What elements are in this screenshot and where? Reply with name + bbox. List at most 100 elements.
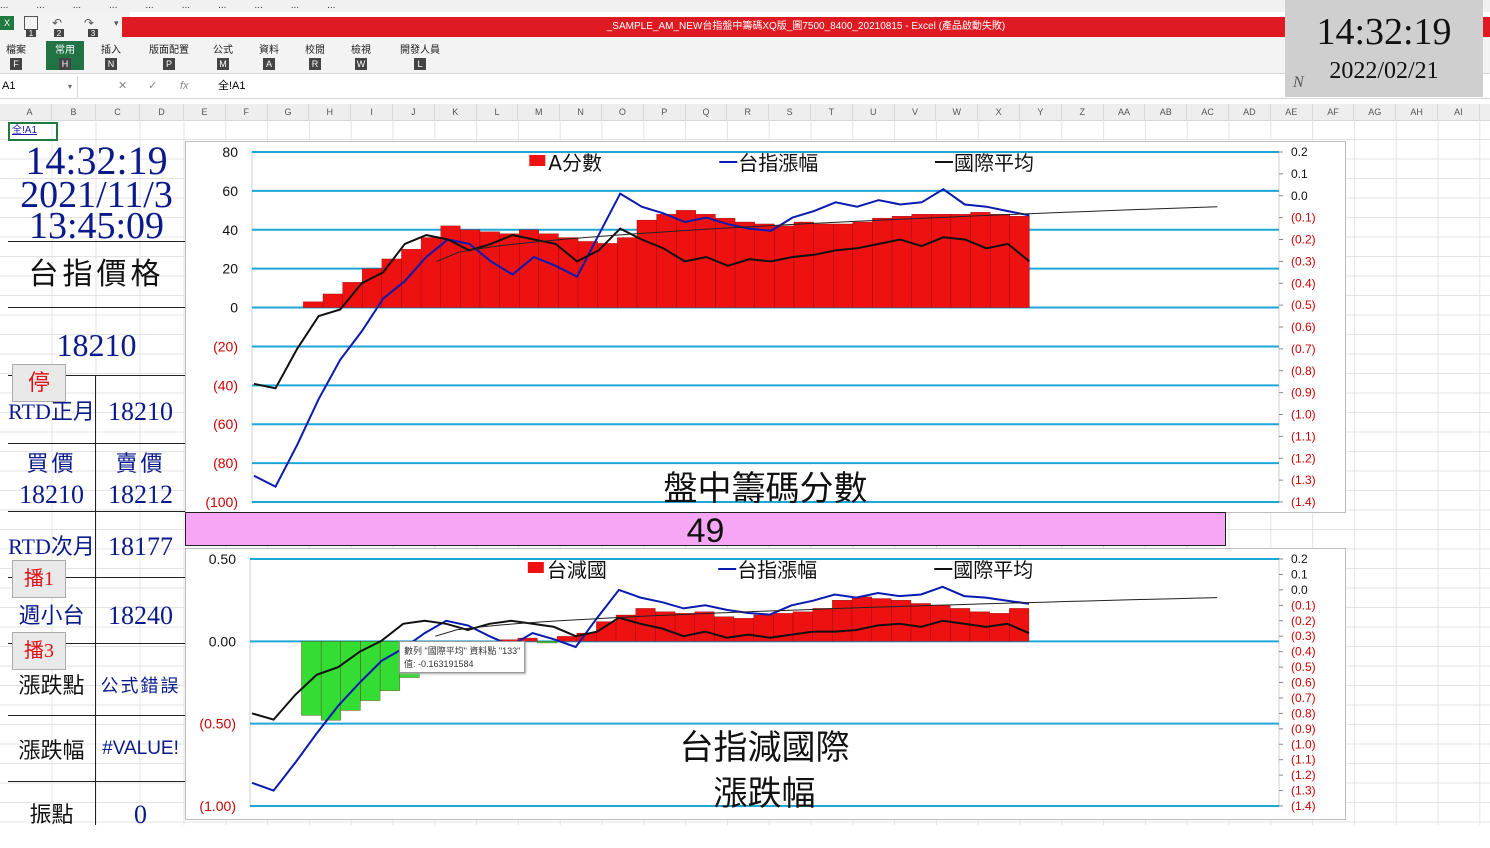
- play3-button[interactable]: 播3: [12, 632, 66, 670]
- column-header[interactable]: K: [435, 104, 477, 120]
- column-header[interactable]: AH: [1396, 104, 1438, 120]
- chart-title: 盤中籌碼分數: [664, 469, 868, 509]
- tab-p[interactable]: 版面配置 P: [146, 41, 192, 70]
- column-header[interactable]: J: [393, 104, 435, 120]
- column-header[interactable]: AG: [1354, 104, 1397, 120]
- tab-f[interactable]: 檔案 F: [0, 41, 32, 70]
- undo-icon[interactable]: ↶: [52, 16, 62, 30]
- column-header[interactable]: G: [268, 104, 310, 120]
- legend-label: 台指漲幅: [737, 558, 817, 582]
- data-bar: [832, 600, 853, 642]
- column-header[interactable]: C: [96, 104, 140, 120]
- bookmark-item[interactable]: ...: [73, 1, 81, 11]
- column-header[interactable]: AI: [1438, 104, 1480, 120]
- column-header[interactable]: A: [8, 104, 52, 120]
- column-header[interactable]: E: [184, 104, 226, 120]
- change-points-value: 公式錯誤: [96, 644, 185, 716]
- y2-tick-label: (0.8): [1291, 706, 1316, 720]
- y2-tick-label: 0.2: [1291, 145, 1308, 159]
- chip-score-chart-svg: 80 60 40 20 0 (20) (40) (60) (80) (100) 0.2 0.1 0.0 (…: [205, 144, 1316, 510]
- chart-title: 漲跌幅: [714, 774, 816, 814]
- play1-button[interactable]: 播1: [12, 560, 66, 598]
- y-tick-label: (80): [213, 455, 238, 471]
- column-header[interactable]: P: [644, 104, 686, 120]
- column-header[interactable]: Z: [1062, 104, 1104, 120]
- bookmark-item[interactable]: ...: [291, 1, 299, 11]
- bookmark-item[interactable]: ...: [36, 1, 44, 11]
- bookmark-item[interactable]: ...: [109, 1, 117, 11]
- data-bar: [733, 618, 754, 642]
- y2-tick-label: (0.9): [1291, 386, 1316, 400]
- data-bar: [871, 598, 892, 642]
- column-header[interactable]: Y: [1020, 104, 1062, 120]
- qat-customize-icon[interactable]: ▾: [114, 18, 119, 29]
- chip-score-chart[interactable]: 80 60 40 20 0 (20) (40) (60) (80) (100) 0.2 0.1 0.0 (…: [185, 141, 1346, 513]
- tab-key: A: [263, 58, 275, 70]
- bookmarks-bar: ..............................: [0, 0, 1490, 12]
- fx-icon[interactable]: fx: [180, 76, 189, 97]
- column-header[interactable]: Q: [686, 104, 728, 120]
- column-header[interactable]: D: [140, 104, 184, 120]
- legend-label: 國際平均: [954, 151, 1034, 175]
- column-header[interactable]: U: [853, 104, 895, 120]
- column-header[interactable]: AF: [1313, 104, 1355, 120]
- y2-tick-label: (0.5): [1291, 298, 1316, 312]
- y-tick-label: (1.00): [199, 798, 236, 814]
- column-header[interactable]: V: [895, 104, 937, 120]
- tab-r[interactable]: 校閱 R: [298, 41, 332, 70]
- name-box[interactable]: A1 ▾: [0, 76, 78, 97]
- bookmark-item[interactable]: ...: [145, 1, 153, 11]
- column-header[interactable]: O: [602, 104, 644, 120]
- column-header[interactable]: M: [518, 104, 561, 120]
- column-header[interactable]: T: [811, 104, 853, 120]
- column-header[interactable]: B: [52, 104, 96, 120]
- bookmark-item[interactable]: ...: [0, 1, 8, 11]
- column-header[interactable]: F: [226, 104, 268, 120]
- data-bar: [833, 223, 853, 308]
- stop-button[interactable]: 停: [12, 364, 66, 402]
- bookmark-item[interactable]: ...: [254, 1, 262, 11]
- bookmark-item[interactable]: ...: [182, 1, 190, 11]
- bookmark-item[interactable]: ...: [218, 1, 226, 11]
- column-header[interactable]: AB: [1145, 104, 1188, 120]
- column-header[interactable]: AC: [1187, 104, 1229, 120]
- column-header[interactable]: S: [769, 104, 811, 120]
- quick-access-toolbar: X 1 ↶ 2 ↷ 3 ▾: [0, 12, 130, 40]
- column-header[interactable]: AE: [1271, 104, 1313, 120]
- data-bar: [401, 249, 422, 308]
- tab-n[interactable]: 插入 N: [94, 41, 128, 70]
- column-header[interactable]: N: [560, 104, 602, 120]
- tab-l[interactable]: 開發人員 L: [394, 41, 446, 70]
- y2-tick-label: 0.1: [1291, 567, 1308, 581]
- tab-w[interactable]: 檢視 W: [344, 41, 378, 70]
- tab-h[interactable]: 常用 H: [46, 41, 84, 70]
- column-header[interactable]: H: [309, 104, 352, 120]
- chevron-down-icon[interactable]: ▾: [68, 76, 72, 97]
- legend-label: 台指漲幅: [738, 151, 818, 175]
- column-header[interactable]: W: [936, 104, 979, 120]
- column-header[interactable]: X: [978, 104, 1020, 120]
- enter-icon[interactable]: ✓: [148, 76, 157, 97]
- tab-m[interactable]: 公式 M: [206, 41, 240, 70]
- index-price-label: 台指價格: [8, 242, 185, 308]
- redo-icon[interactable]: ↷: [84, 16, 94, 30]
- column-header[interactable]: I: [351, 104, 393, 120]
- column-header[interactable]: AD: [1229, 104, 1271, 120]
- tab-label: 資料: [259, 45, 279, 56]
- column-header[interactable]: AA: [1104, 104, 1146, 120]
- chart-tooltip: 數列 "國際平均" 資料點 "133" 值: -0.163191584: [399, 641, 526, 673]
- cancel-icon[interactable]: ✕: [118, 76, 127, 97]
- index-minus-intl-chart[interactable]: 0.50 0.00 (0.50) (1.00) 0.2 0.1 0.0 (0.1) (0.2)(…: [185, 548, 1346, 820]
- y2-tick-label: (0.2): [1291, 614, 1316, 628]
- tooltip-line1: 數列 "國際平均" 資料點 "133": [404, 646, 521, 656]
- column-header[interactable]: L: [477, 104, 519, 120]
- column-header[interactable]: R: [727, 104, 770, 120]
- change-pct-value: #VALUE!: [96, 716, 185, 782]
- y2-tick-label: 0.0: [1291, 583, 1308, 597]
- save-icon[interactable]: [24, 16, 38, 30]
- bookmark-item[interactable]: ...: [327, 1, 335, 11]
- formula-input[interactable]: 全!A1: [218, 76, 246, 97]
- tab-a[interactable]: 資料 A: [252, 41, 286, 70]
- data-bar: [322, 293, 343, 308]
- excel-icon[interactable]: X: [0, 16, 14, 30]
